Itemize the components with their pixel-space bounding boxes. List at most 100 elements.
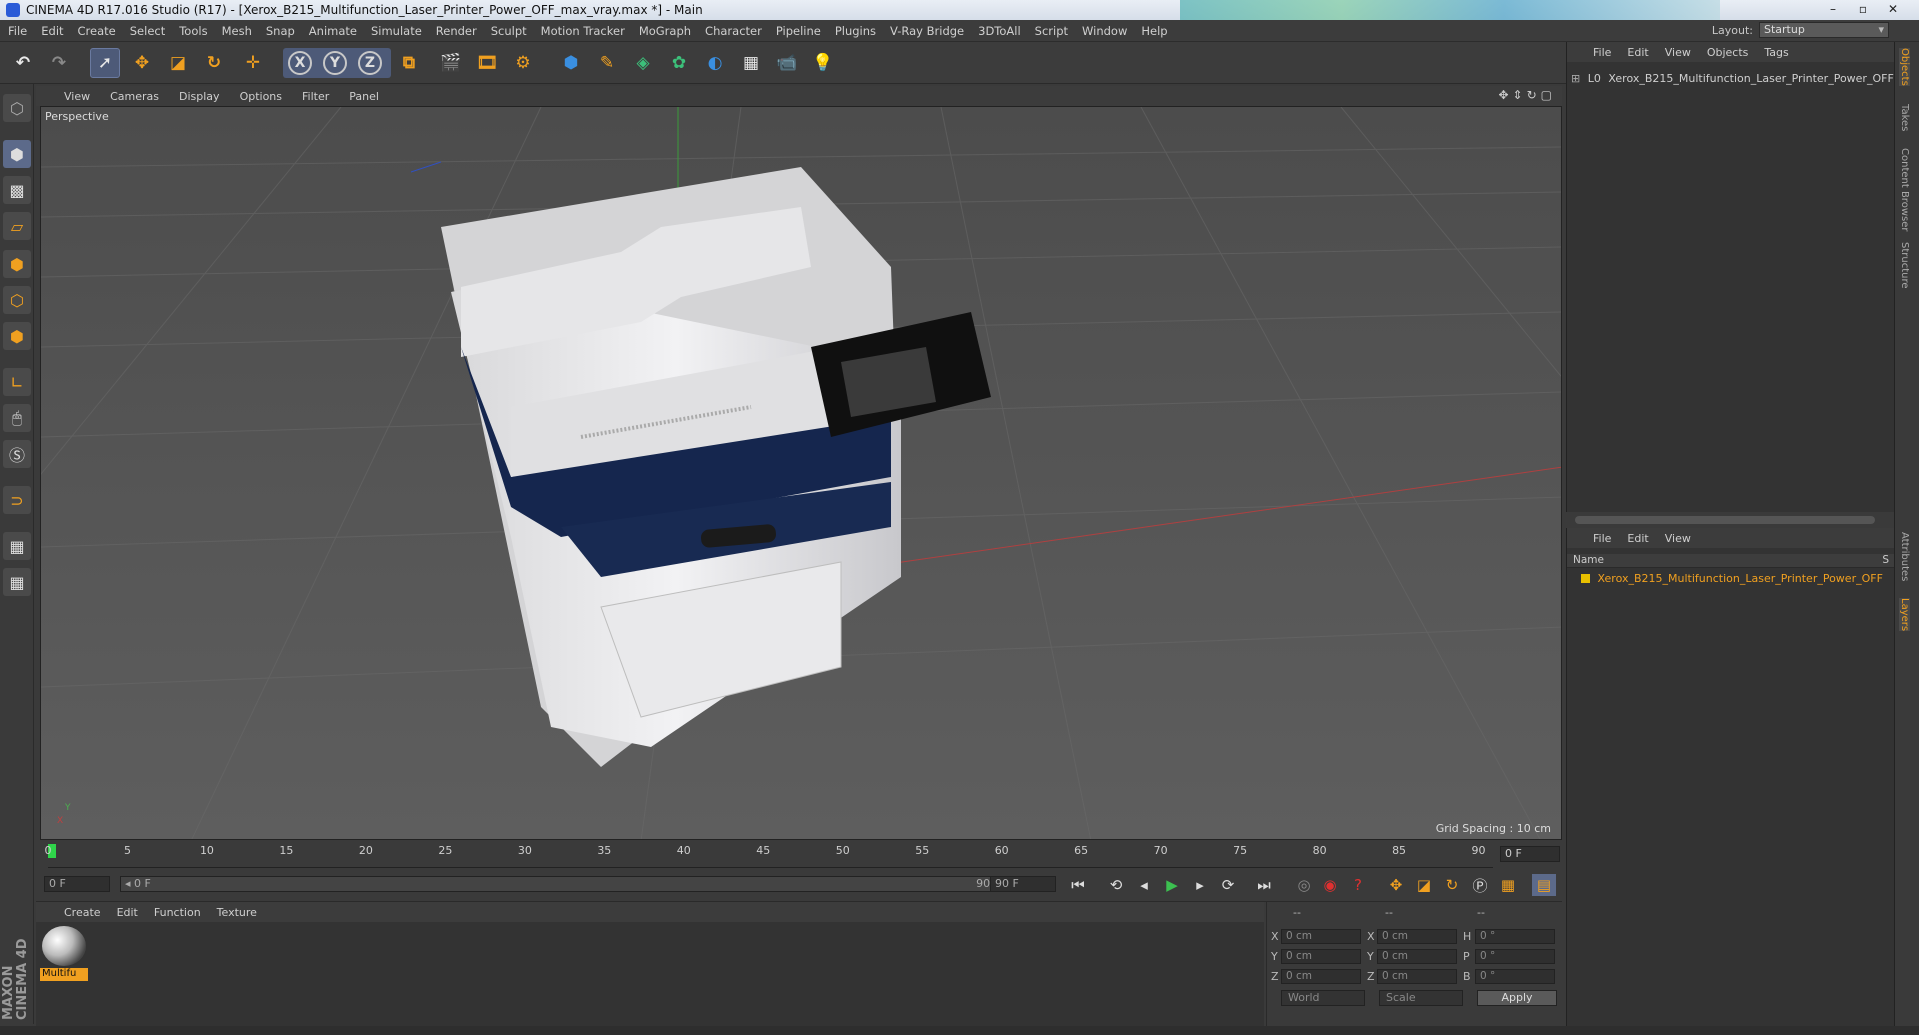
menu-tools[interactable]: Tools <box>179 24 207 38</box>
material-menu-edit[interactable]: Edit <box>117 906 138 919</box>
menu-script[interactable]: Script <box>1035 24 1068 38</box>
current-frame-field[interactable]: 0 F <box>1500 846 1560 862</box>
menu-plugins[interactable]: Plugins <box>835 24 876 38</box>
size-mode-dropdown[interactable]: Scale <box>1379 990 1463 1006</box>
rotation-p-field[interactable]: 0 ° <box>1475 949 1555 964</box>
render-picture-viewer-icon[interactable]: 🎞 <box>472 48 502 78</box>
model-mode-icon[interactable]: ⬢ <box>3 140 31 168</box>
axis-mode-icon[interactable]: ∟ <box>3 368 31 396</box>
viewport-menu-display[interactable]: Display <box>179 90 220 103</box>
z-axis-lock-button[interactable]: Z <box>358 51 382 75</box>
menu-animate[interactable]: Animate <box>309 24 357 38</box>
undo-icon[interactable]: ↶ <box>8 48 38 78</box>
render-settings-icon[interactable]: ⚙ <box>508 48 538 78</box>
cube-primitive-icon[interactable]: ⬢ <box>556 48 586 78</box>
material-menu-create[interactable]: Create <box>64 906 101 919</box>
end-frame-field[interactable]: 90 F <box>990 876 1056 892</box>
next-key-icon[interactable]: ⟳ <box>1216 874 1240 896</box>
grid-snap-icon[interactable]: ▦ <box>3 568 31 596</box>
next-frame-icon[interactable]: ▸ <box>1188 874 1212 896</box>
scale-key-icon[interactable]: ◪ <box>1412 874 1436 896</box>
menu-select[interactable]: Select <box>130 24 165 38</box>
go-to-end-icon[interactable]: ⏭ <box>1252 874 1276 896</box>
layer-menu-edit[interactable]: Edit <box>1627 532 1648 545</box>
tab-attributes[interactable]: Attributes <box>1899 532 1910 581</box>
viewport-navigation-icons[interactable]: ✥⇕↻▢ <box>1498 88 1556 102</box>
object-manager-scrollbar[interactable] <box>1575 516 1875 524</box>
minimize-button[interactable]: – <box>1820 1 1846 17</box>
previous-frame-icon[interactable]: ◂ <box>1132 874 1156 896</box>
size-z-field[interactable]: 0 cm <box>1377 969 1457 984</box>
menu-snap[interactable]: Snap <box>266 24 295 38</box>
magnet-icon[interactable]: ⊃ <box>3 486 31 514</box>
layer-color-swatch[interactable] <box>1581 574 1590 583</box>
coordinate-system-icon[interactable]: ⧉ <box>394 48 424 78</box>
timeline-layout-icon[interactable]: ▤ <box>1532 874 1556 896</box>
tab-structure[interactable]: Structure <box>1899 242 1910 289</box>
rotation-h-field[interactable]: 0 ° <box>1475 929 1555 944</box>
menu-render[interactable]: Render <box>436 24 477 38</box>
menu-sculpt[interactable]: Sculpt <box>491 24 527 38</box>
size-x-field[interactable]: 0 cm <box>1377 929 1457 944</box>
rotate-tool-icon[interactable]: ↻ <box>199 48 229 78</box>
redo-icon[interactable]: ↷ <box>44 48 74 78</box>
floor-environment-icon[interactable]: ▦ <box>736 48 766 78</box>
previous-key-icon[interactable]: ⟲ <box>1104 874 1128 896</box>
layer-menu-view[interactable]: View <box>1665 532 1691 545</box>
position-key-icon[interactable]: ✥ <box>1384 874 1408 896</box>
layer-list-item[interactable]: Xerox_B215_Multifunction_Laser_Printer_P… <box>1571 572 1883 585</box>
object-menu-tags[interactable]: Tags <box>1764 46 1788 59</box>
object-menu-edit[interactable]: Edit <box>1627 46 1648 59</box>
render-view-icon[interactable]: 🎬 <box>436 48 466 78</box>
menu-create[interactable]: Create <box>78 24 116 38</box>
polygons-mode-icon[interactable]: ⬢ <box>3 322 31 350</box>
tab-objects[interactable]: Objects <box>1899 48 1910 86</box>
menu-edit[interactable]: Edit <box>41 24 63 38</box>
cloner-icon[interactable]: ✿ <box>664 48 694 78</box>
maximize-button[interactable]: ▫ <box>1850 1 1876 17</box>
pla-key-icon[interactable]: ▦ <box>1496 874 1520 896</box>
size-y-field[interactable]: 0 cm <box>1377 949 1457 964</box>
menu-pipeline[interactable]: Pipeline <box>776 24 821 38</box>
tab-content-browser[interactable]: Content Browser <box>1899 148 1910 231</box>
menu-mograph[interactable]: MoGraph <box>639 24 691 38</box>
menu-3dtoall[interactable]: 3DToAll <box>978 24 1021 38</box>
keyframe-selection-icon[interactable]: ? <box>1346 874 1370 896</box>
grid-lock-icon[interactable]: ▦ <box>3 532 31 560</box>
menu-character[interactable]: Character <box>705 24 762 38</box>
material-name-label[interactable]: Multifu <box>40 968 88 981</box>
position-x-field[interactable]: 0 cm <box>1281 929 1361 944</box>
y-axis-lock-button[interactable]: Y <box>323 51 347 75</box>
menu-simulate[interactable]: Simulate <box>371 24 422 38</box>
recent-tool-icon[interactable]: ✛ <box>238 48 268 78</box>
go-to-start-icon[interactable]: ⏮ <box>1066 874 1090 896</box>
viewport-menu-cameras[interactable]: Cameras <box>110 90 159 103</box>
light-icon[interactable]: 💡 <box>808 48 838 78</box>
tweak-mode-icon[interactable]: 🖱 <box>3 404 31 432</box>
play-icon[interactable]: ▶ <box>1160 874 1184 896</box>
object-name[interactable]: Xerox_B215_Multifunction_Laser_Printer_P… <box>1608 72 1893 85</box>
parameter-key-icon[interactable]: Ⓟ <box>1468 874 1492 896</box>
expand-icon[interactable]: ⊞ <box>1571 72 1580 85</box>
record-keys-icon[interactable]: ◎ <box>1292 874 1316 896</box>
apply-button[interactable]: Apply <box>1477 990 1557 1006</box>
viewport-menu-panel[interactable]: Panel <box>349 90 379 103</box>
object-list-item[interactable]: ⊞ L0 Xerox_B215_Multifunction_Laser_Prin… <box>1571 72 1894 85</box>
points-mode-icon[interactable]: ⬢ <box>3 250 31 278</box>
texture-mode-icon[interactable]: ▩ <box>3 176 31 204</box>
viewport-menu-filter[interactable]: Filter <box>302 90 329 103</box>
x-axis-lock-button[interactable]: X <box>288 51 312 75</box>
rotation-key-icon[interactable]: ↻ <box>1440 874 1464 896</box>
menu-vray-bridge[interactable]: V-Ray Bridge <box>890 24 964 38</box>
menu-file[interactable]: File <box>8 24 27 38</box>
frame-range-slider[interactable]: ◂ 0 F 90 F ▸ <box>120 876 1016 892</box>
object-menu-view[interactable]: View <box>1665 46 1691 59</box>
workplane-mode-icon[interactable]: ▱ <box>3 212 31 240</box>
material-menu-function[interactable]: Function <box>154 906 201 919</box>
coordinate-mode-dropdown[interactable]: World <box>1281 990 1365 1006</box>
layer-name[interactable]: Xerox_B215_Multifunction_Laser_Printer_P… <box>1598 572 1883 585</box>
layer-menu-file[interactable]: File <box>1593 532 1611 545</box>
menu-window[interactable]: Window <box>1082 24 1127 38</box>
material-menu-texture[interactable]: Texture <box>217 906 257 919</box>
camera-icon[interactable]: 📹 <box>772 48 802 78</box>
